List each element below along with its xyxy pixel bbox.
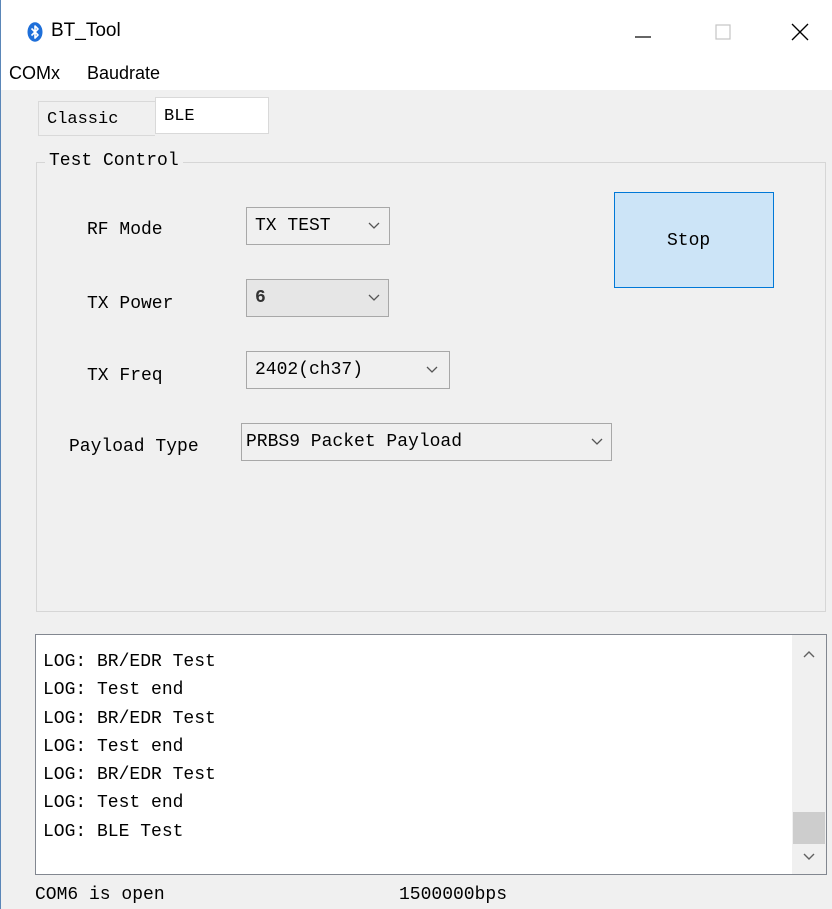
close-button[interactable] [771, 12, 827, 50]
chevron-down-icon [367, 290, 381, 304]
tx-power-value: 6 [255, 288, 266, 308]
chevron-down-icon [425, 362, 439, 376]
tab-classic[interactable]: Classic [38, 101, 155, 136]
maximize-button[interactable] [695, 12, 751, 50]
chevron-up-icon[interactable] [802, 647, 816, 659]
log-line: LOG: Test end [43, 793, 184, 814]
log-line: LOG: Test end [43, 680, 184, 701]
log-line: LOG: BLE Test [43, 821, 184, 842]
bluetooth-icon [27, 22, 43, 42]
status-port: COM6 is open [35, 885, 165, 905]
menu-baudrate[interactable]: Baudrate [87, 63, 160, 84]
title-bar[interactable]: BT_Tool [1, 0, 832, 60]
minimize-icon [615, 36, 671, 54]
tx-freq-label: TX Freq [87, 366, 163, 386]
scroll-thumb[interactable] [793, 812, 825, 844]
stop-button[interactable]: Stop [614, 192, 774, 288]
tx-power-select[interactable]: 6 [246, 279, 389, 317]
tx-power-label: TX Power [87, 294, 174, 314]
chevron-down-icon [590, 434, 604, 448]
menu-bar: COMx Baudrate [1, 60, 832, 90]
close-icon [771, 23, 827, 54]
rf-mode-select[interactable]: TX TEST [246, 207, 390, 245]
chevron-down-icon[interactable] [802, 850, 816, 862]
log-scrollbar[interactable] [792, 635, 826, 874]
log-line: LOG: BR/EDR Test [43, 652, 216, 672]
tx-freq-select[interactable]: 2402(ch37) [246, 351, 450, 389]
stop-button-label: Stop [667, 231, 711, 251]
payload-type-label: Payload Type [69, 437, 199, 457]
tx-freq-value: 2402(ch37) [255, 360, 364, 380]
log-line: LOG: BR/EDR Test [43, 708, 216, 729]
app-window: BT_Tool COMx Baudrate Classic BLE Test C [0, 0, 832, 909]
payload-type-select[interactable]: PRBS9 Packet Payload [241, 423, 612, 461]
minimize-button[interactable] [615, 12, 671, 50]
payload-type-value: PRBS9 Packet Payload [246, 432, 463, 452]
chevron-down-icon [367, 218, 381, 232]
tab-ble[interactable]: BLE [155, 97, 269, 134]
status-bar: COM6 is open 1500000bps [1, 880, 832, 909]
status-baud: 1500000bps [399, 885, 508, 905]
rf-mode-label: RF Mode [87, 220, 163, 240]
maximize-icon [695, 24, 751, 54]
log-lines: LOG: BR/EDR Test LOG: Test end LOG: BR/E… [43, 648, 216, 846]
log-line: LOG: BR/EDR Test [43, 765, 216, 786]
menu-comx[interactable]: COMx [9, 63, 60, 84]
rf-mode-value: TX TEST [255, 216, 331, 236]
log-textarea[interactable]: LOG: BR/EDR Test LOG: Test end LOG: BR/E… [35, 634, 827, 875]
test-control-title: Test Control [45, 151, 183, 171]
window-title: BT_Tool [51, 20, 121, 41]
log-line: LOG: Test end [43, 736, 184, 757]
